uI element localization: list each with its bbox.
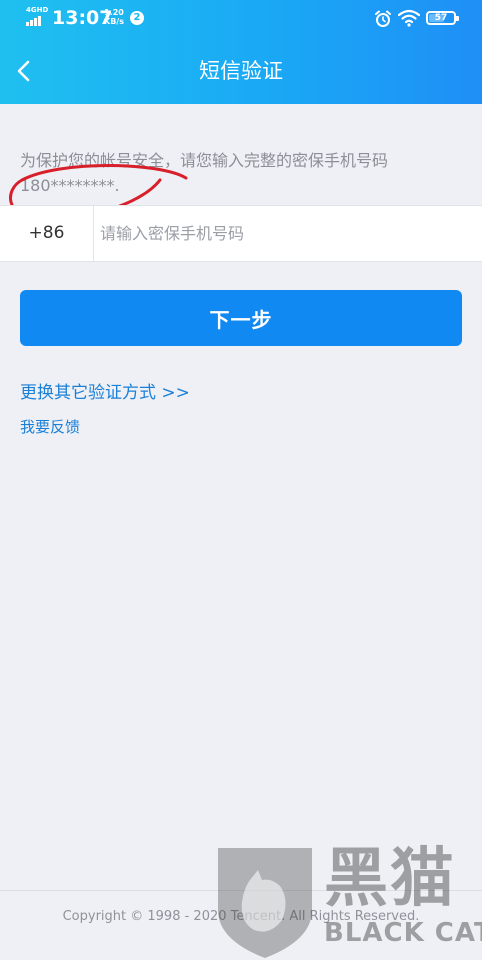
footer-divider	[0, 890, 482, 891]
page-title: 短信验证	[199, 59, 283, 83]
battery-icon: 57	[426, 11, 459, 25]
phone-input-row: +86	[0, 205, 482, 262]
chevron-left-icon	[17, 60, 30, 82]
nav-bar: 短信验证	[0, 38, 482, 104]
status-bar: 4GHD 13:07 1.20 KB/s 2 57	[0, 0, 482, 38]
watermark-cn-text: 黑猫	[324, 842, 456, 916]
copyright-text: Copyright © 1998 - 2020 Tencent. All Rig…	[62, 909, 420, 924]
security-hint: 为保护您的帐号安全，请您输入完整的密保手机号码180********.	[20, 151, 389, 195]
country-code-selector[interactable]: +86	[0, 206, 94, 261]
phone-number-input[interactable]	[100, 206, 470, 261]
network-speed-unit: KB/s	[104, 17, 124, 26]
notification-badge: 2	[130, 11, 144, 25]
alarm-clock-icon	[375, 10, 391, 27]
back-button[interactable]	[8, 54, 42, 88]
network-type: 4GHD	[26, 6, 49, 14]
black-cat-logo-icon	[218, 848, 312, 958]
switch-verification-method-link[interactable]: 更换其它验证方式 >>	[20, 378, 190, 403]
watermark: 黑猫 BLACK CAT	[206, 840, 482, 960]
battery-level: 57	[434, 13, 448, 23]
signal-icon: 4GHD	[26, 6, 49, 26]
next-step-button[interactable]: 下一步	[20, 290, 462, 346]
network-speed: 1.20 KB/s	[103, 8, 125, 26]
app-header: 4GHD 13:07 1.20 KB/s 2 57 短信验证	[0, 0, 482, 104]
feedback-link[interactable]: 我要反馈	[20, 416, 80, 437]
wifi-icon	[398, 9, 420, 27]
network-speed-value: 1.20	[104, 8, 124, 17]
